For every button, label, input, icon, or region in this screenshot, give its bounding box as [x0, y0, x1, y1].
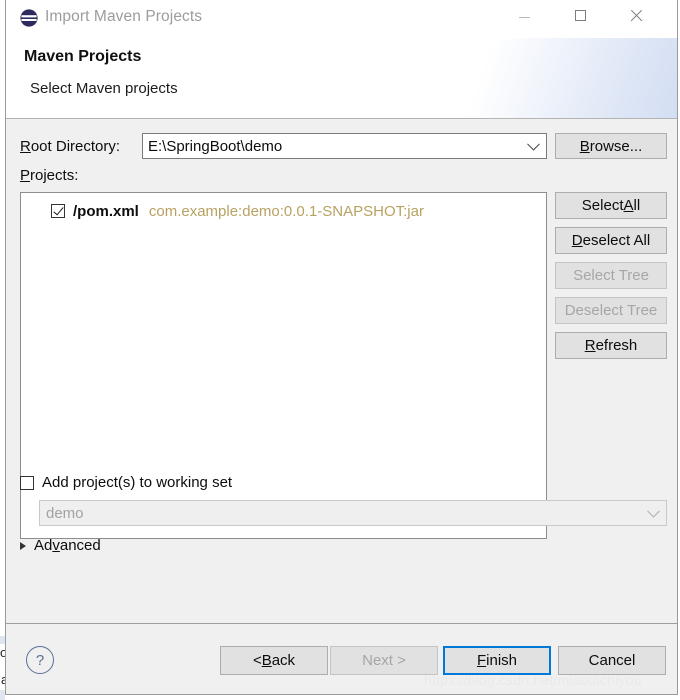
- maximize-icon: [574, 9, 586, 21]
- project-coordinates: com.example:demo:0.0.1-SNAPSHOT:jar: [148, 202, 424, 220]
- deselect-all-button[interactable]: Deselect All: [555, 227, 667, 254]
- dialog-content: Root Directory: E:\SpringBoot\demo Brows…: [6, 119, 677, 623]
- advanced-expander[interactable]: Advanced: [20, 537, 101, 554]
- project-name: /pom.xml: [73, 202, 139, 220]
- next-button[interactable]: Next >: [330, 646, 438, 675]
- minimize-button[interactable]: [501, 0, 547, 30]
- window-title: Import Maven Projects: [45, 8, 203, 25]
- root-directory-input[interactable]: E:\SpringBoot\demo: [142, 133, 547, 159]
- triangle-right-icon: [20, 541, 26, 550]
- wizard-header: Maven Projects Select Maven projects: [6, 38, 677, 119]
- close-icon: [630, 9, 643, 22]
- projects-label: Projects:: [20, 167, 79, 184]
- header-decoration: [311, 38, 677, 118]
- finish-button[interactable]: Finish: [443, 646, 551, 675]
- close-button[interactable]: [613, 0, 659, 30]
- eclipse-icon: [20, 9, 38, 27]
- maximize-button[interactable]: [557, 0, 603, 30]
- advanced-label: Advanced: [34, 537, 101, 554]
- title-bar[interactable]: Import Maven Projects: [6, 0, 677, 38]
- page-subtitle: Select Maven projects: [30, 80, 178, 97]
- working-set-combo[interactable]: demo: [39, 500, 667, 526]
- working-set-value: demo: [46, 505, 84, 522]
- root-directory-value: E:\SpringBoot\demo: [148, 138, 283, 155]
- working-set-checkbox-row[interactable]: Add project(s) to working set: [20, 474, 232, 491]
- chevron-down-icon[interactable]: [647, 504, 660, 518]
- list-item[interactable]: /pom.xml com.example:demo:0.0.1-SNAPSHOT…: [21, 200, 424, 222]
- chevron-down-icon[interactable]: [527, 137, 540, 151]
- help-button[interactable]: ?: [26, 646, 54, 674]
- working-set-checkbox[interactable]: [20, 475, 34, 490]
- deselect-tree-button[interactable]: Deselect Tree: [555, 297, 667, 324]
- project-checkbox[interactable]: [51, 204, 65, 218]
- select-all-button[interactable]: Select All: [555, 192, 667, 219]
- back-button[interactable]: < Back: [220, 646, 328, 675]
- page-title: Maven Projects: [24, 48, 142, 65]
- import-maven-projects-dialog: Import Maven Projects Maven Projects Sel…: [5, 0, 678, 695]
- refresh-button[interactable]: Refresh: [555, 332, 667, 359]
- select-tree-button[interactable]: Select Tree: [555, 262, 667, 289]
- minimize-icon: [518, 17, 530, 18]
- browse-button[interactable]: Browse...: [555, 133, 667, 159]
- cancel-button[interactable]: Cancel: [558, 646, 666, 675]
- question-mark-icon: ?: [35, 651, 45, 669]
- watermark: https://blog.csdn.net/miaodichiyou: [424, 672, 642, 688]
- working-set-label: Add project(s) to working set: [42, 474, 233, 491]
- root-directory-label: Root Directory:: [20, 138, 121, 155]
